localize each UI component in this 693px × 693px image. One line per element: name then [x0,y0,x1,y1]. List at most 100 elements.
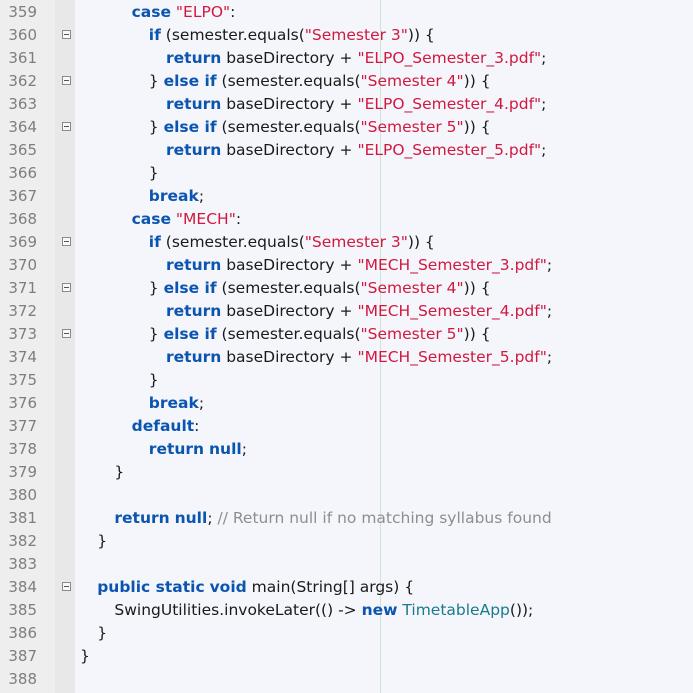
fold-collapse-icon[interactable] [62,76,71,85]
line-number: 378 [8,440,37,458]
string-literal-token: "Semester 4" [360,279,464,297]
keyword-token: if [148,233,161,251]
keyword-token: new [361,601,398,619]
code-text: } [149,162,159,185]
plain-token: (semester.equals( [216,279,361,297]
code-text: if (semester.equals("Semester 3")) { [149,231,435,254]
code-line[interactable]: 369 if (semester.equals("Semester 3")) { [0,231,693,254]
plain-token: baseDirectory + [221,302,358,320]
line-number: 372 [8,302,37,320]
plain-token: (semester.equals( [160,26,305,44]
string-literal-token: "MECH_Semester_4.pdf" [357,302,547,320]
code-line[interactable]: 366} [0,162,693,185]
code-line[interactable]: 363 return baseDirectory + "ELPO_Semester… [0,93,693,116]
code-line[interactable]: 387} [0,645,693,668]
code-line[interactable]: 368 case "MECH": [0,208,693,231]
line-number: 369 [8,233,37,251]
fold-collapse-icon[interactable] [62,329,71,338]
code-text: SwingUtilities.invokeLater(() -> new Tim… [114,599,533,622]
code-line[interactable]: 360 if (semester.equals("Semester 3")) { [0,24,693,47]
fold-collapse-icon[interactable] [62,237,71,246]
line-number: 380 [8,486,37,504]
code-line[interactable]: 372 return baseDirectory + "MECH_Semester… [0,300,693,323]
keyword-token: else if [163,279,217,297]
code-line[interactable]: 388 [0,668,693,691]
string-literal-token: "ELPO" [175,3,231,21]
plain-token: )) { [407,233,435,251]
plain-token: )) { [407,26,435,44]
code-text: public static void main(String[] args) { [97,576,414,599]
code-text: } [114,461,124,484]
code-text: return null; // Return null if no matchi… [114,507,551,530]
code-line[interactable]: 378 return null; [0,438,693,461]
code-text: return baseDirectory + "MECH_Semester_3.… [166,254,552,277]
code-text: } [97,530,107,553]
code-line[interactable]: 380 [0,484,693,507]
fold-collapse-icon[interactable] [62,30,71,39]
fold-collapse-icon[interactable] [62,582,71,591]
keyword-token: else if [163,325,217,343]
code-line[interactable]: 365 return baseDirectory + "ELPO_Semester… [0,139,693,162]
plain-token: )) { [463,118,491,136]
plain-token: ; [541,49,547,67]
code-line[interactable]: 383 [0,553,693,576]
code-line[interactable]: 385 SwingUtilities.invokeLater(() -> new … [0,599,693,622]
code-line[interactable]: 373} else if (semester.equals("Semester … [0,323,693,346]
code-line[interactable]: 375} [0,369,693,392]
code-line[interactable]: 371} else if (semester.equals("Semester … [0,277,693,300]
string-literal-token: "ELPO_Semester_5.pdf" [357,141,542,159]
code-text: return baseDirectory + "ELPO_Semester_4.… [166,93,546,116]
plain-token: ()); [509,601,534,619]
keyword-token: default [131,417,195,435]
line-number: 360 [8,26,37,44]
string-literal-token: "Semester 5" [360,118,464,136]
code-line[interactable]: 374 return baseDirectory + "MECH_Semester… [0,346,693,369]
keyword-token: else if [163,72,217,90]
keyword-token: return [166,95,222,113]
code-line[interactable]: 362} else if (semester.equals("Semester … [0,70,693,93]
code-line[interactable]: 386} [0,622,693,645]
code-line[interactable]: 364} else if (semester.equals("Semester … [0,116,693,139]
keyword-token: return [166,302,222,320]
code-line[interactable]: 384 public static void main(String[] args… [0,576,693,599]
line-number: 379 [8,463,37,481]
line-number: 375 [8,371,37,389]
fold-collapse-icon[interactable] [62,283,71,292]
line-number: 385 [8,601,37,619]
string-literal-token: "Semester 5" [360,325,464,343]
plain-token: ; [207,509,218,527]
line-number: 359 [8,3,37,21]
code-line[interactable]: 370 return baseDirectory + "MECH_Semester… [0,254,693,277]
code-line[interactable]: 376 break; [0,392,693,415]
plain-token: } [114,463,125,481]
plain-token: } [80,647,90,665]
plain-token: (semester.equals( [216,118,361,136]
code-line[interactable]: 361 return baseDirectory + "ELPO_Semester… [0,47,693,70]
plain-token: } [97,624,108,642]
keyword-token: return [166,256,222,274]
code-line[interactable]: 359 case "ELPO": [0,1,693,24]
code-line[interactable]: 382} [0,530,693,553]
plain-token: } [148,164,159,182]
plain-token: } [148,118,164,136]
comment-token: // Return null if no matching syllabus f… [217,509,552,527]
line-number: 376 [8,394,37,412]
plain-token: main(String[] args) { [246,578,415,596]
code-text: return baseDirectory + "MECH_Semester_5.… [166,346,552,369]
plain-token: : [230,3,236,21]
line-number: 388 [8,670,37,688]
line-number: 371 [8,279,37,297]
code-text: return baseDirectory + "ELPO_Semester_3.… [166,47,546,70]
plain-token: (semester.equals( [216,325,361,343]
line-number: 362 [8,72,37,90]
code-text: case "ELPO": [132,1,236,24]
keyword-token: null [174,509,208,527]
code-lines: 359 case "ELPO": 360 if (semester.equals("S… [0,0,693,693]
fold-collapse-icon[interactable] [62,122,71,131]
code-line[interactable]: 367 break; [0,185,693,208]
code-editor[interactable]: 359 case "ELPO": 360 if (semester.equals("S… [0,0,693,693]
line-number: 382 [8,532,37,550]
code-line[interactable]: 381 return null; // Return null if no mat… [0,507,693,530]
code-line[interactable]: 379} [0,461,693,484]
code-line[interactable]: 377 default: [0,415,693,438]
